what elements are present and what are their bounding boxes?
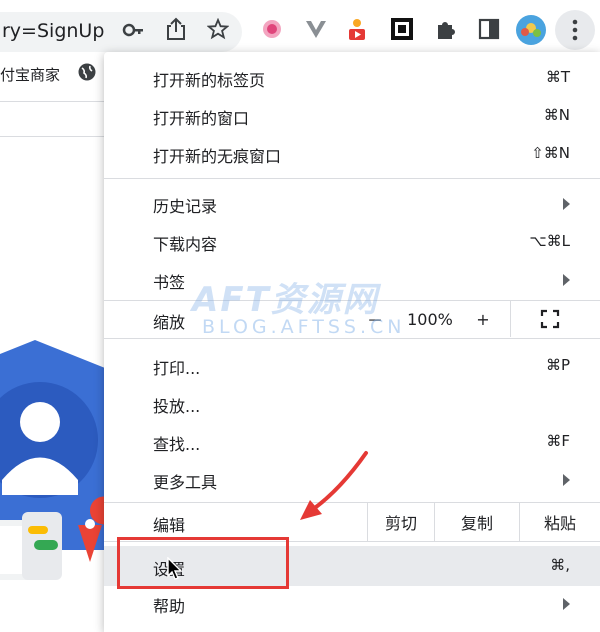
paste-label: 粘贴 — [543, 514, 576, 533]
zoom-level: 100% — [400, 301, 460, 337]
menu-item-label: 帮助 — [153, 597, 186, 616]
extension-video-icon[interactable] — [347, 17, 367, 41]
submenu-arrow-icon — [563, 474, 570, 486]
menu-item-new-incognito-window[interactable]: 打开新的无痕窗口 ⇧⌘N — [104, 135, 600, 173]
copy-button[interactable]: 复制 — [435, 503, 519, 541]
key-icon[interactable] — [122, 20, 144, 40]
star-icon[interactable] — [207, 18, 229, 40]
menu-item-shortcut: ⌘T — [545, 68, 570, 86]
cut-button[interactable]: 剪切 — [368, 503, 434, 541]
annotation-highlight-box — [117, 537, 289, 589]
menu-item-new-tab[interactable]: 打开新的标签页 ⌘T — [104, 59, 600, 97]
browser-toolbar: ry=SignUp — [0, 0, 600, 58]
menu-item-label: 打印... — [153, 359, 201, 378]
zoom-in-glyph: + — [476, 309, 490, 329]
annotation-arrow-icon — [300, 451, 368, 520]
fullscreen-icon — [540, 309, 560, 329]
extension-vue-icon[interactable] — [305, 19, 327, 39]
menu-button[interactable] — [555, 10, 595, 50]
menu-item-label: 书签 — [153, 273, 186, 292]
menu-item-shortcut: ⌘N — [543, 106, 570, 124]
menu-item-new-window[interactable]: 打开新的窗口 ⌘N — [104, 97, 600, 135]
page-divider — [0, 136, 110, 137]
menu-item-shortcut: ⌘, — [550, 556, 570, 574]
menu-item-shortcut: ⌘P — [545, 356, 570, 374]
menu-item-shortcut: ⇧⌘N — [531, 144, 570, 162]
address-bar-text[interactable]: ry=SignUp — [2, 20, 104, 42]
watermark-title: AFT资源网 — [192, 280, 379, 320]
extension-pink-icon[interactable] — [262, 19, 282, 39]
menu-item-print[interactable]: 打印... ⌘P — [104, 347, 600, 385]
paste-button[interactable]: 粘贴 — [520, 503, 600, 541]
profile-avatar-icon[interactable] — [515, 14, 547, 46]
mouse-cursor-icon — [167, 557, 183, 580]
menu-item-cast[interactable]: 投放... — [104, 385, 600, 423]
globe-icon[interactable] — [77, 62, 97, 82]
puzzle-icon[interactable] — [434, 17, 458, 41]
more-vert-icon — [572, 19, 578, 41]
share-icon[interactable] — [165, 17, 187, 41]
fullscreen-button[interactable] — [530, 301, 570, 337]
submenu-arrow-icon — [563, 274, 570, 286]
menu-divider — [104, 178, 600, 179]
menu-item-help[interactable]: 帮助 — [104, 585, 600, 623]
menu-item-label: 历史记录 — [153, 197, 218, 216]
copy-label: 复制 — [460, 514, 493, 533]
submenu-arrow-icon — [563, 198, 570, 210]
side-panel-icon[interactable] — [477, 17, 501, 41]
submenu-arrow-icon — [563, 598, 570, 610]
cut-label: 剪切 — [384, 514, 417, 533]
zoom-divider — [510, 301, 511, 337]
menu-item-shortcut: ⌘F — [546, 432, 570, 450]
watermark-subtitle: BLOG.AFTSS.CN — [202, 316, 406, 338]
bookmark-item[interactable]: 付宝商家 — [0, 64, 60, 85]
menu-item-label: 打开新的无痕窗口 — [153, 147, 282, 166]
extension-qr-icon[interactable] — [390, 17, 414, 41]
menu-item-label: 下载内容 — [153, 235, 218, 254]
menu-item-shortcut: ⌥⌘L — [529, 232, 570, 250]
account-illustration — [0, 340, 110, 580]
menu-divider — [104, 338, 600, 339]
menu-item-downloads[interactable]: 下载内容 ⌥⌘L — [104, 223, 600, 261]
zoom-in-button[interactable]: + — [468, 301, 498, 337]
menu-item-label: 更多工具 — [153, 473, 218, 492]
menu-item-label: 打开新的窗口 — [153, 109, 250, 128]
zoom-value: 100% — [407, 309, 453, 329]
zoom-label: 缩放 — [153, 313, 186, 332]
menu-item-label: 投放... — [153, 397, 201, 416]
menu-item-label: 查找... — [153, 435, 201, 454]
edit-label: 编辑 — [153, 516, 186, 535]
menu-item-label: 打开新的标签页 — [153, 71, 266, 90]
menu-item-history[interactable]: 历史记录 — [104, 185, 600, 223]
